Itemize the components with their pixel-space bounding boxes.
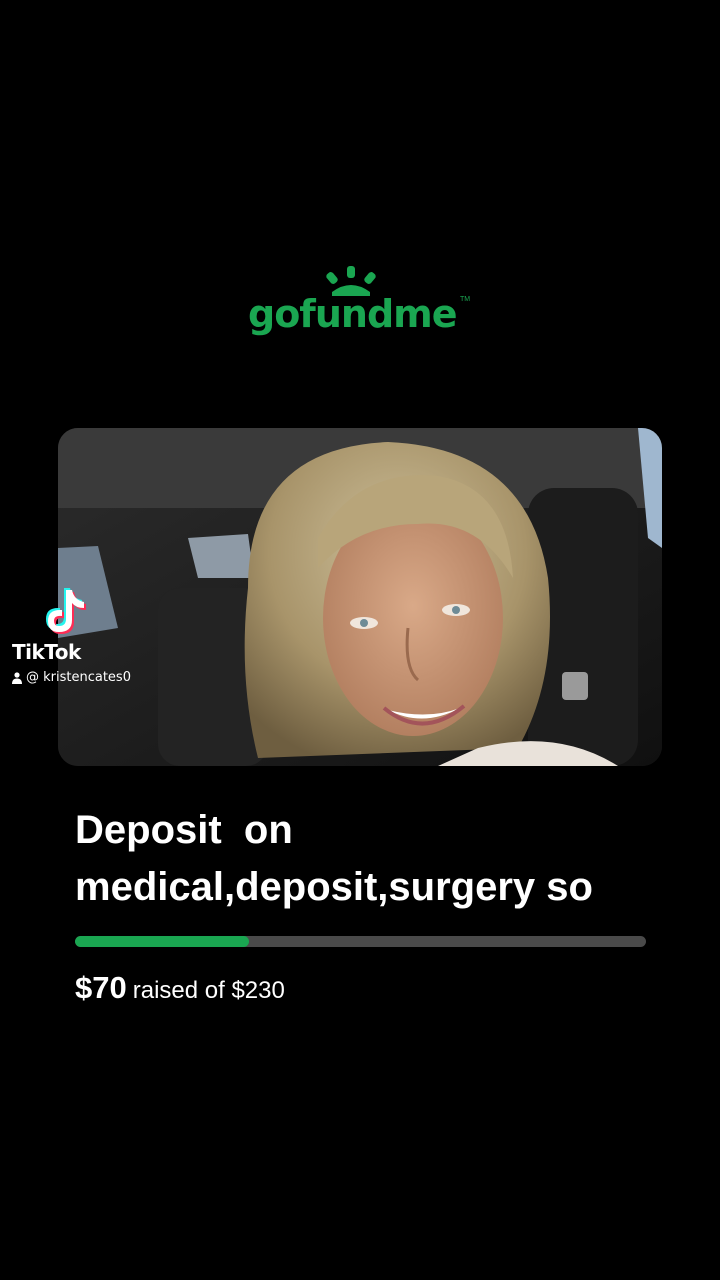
tiktok-watermark: TikTok @ kristencates0 bbox=[10, 584, 180, 694]
raised-summary: $70 raised of $230 bbox=[75, 970, 285, 1006]
fundraising-progress-bar bbox=[75, 936, 646, 947]
fundraising-progress-fill bbox=[75, 936, 249, 947]
trademark-symbol: TM bbox=[460, 296, 471, 303]
tiktok-user-row: @ kristencates0 bbox=[12, 670, 131, 685]
campaign-title: Deposit on medical,deposit,surgery so bbox=[75, 802, 675, 916]
raised-amount: $70 bbox=[75, 970, 127, 1005]
tiktok-note-icon bbox=[46, 588, 86, 634]
person-icon bbox=[12, 671, 22, 684]
gofundme-wordmark: gofundme bbox=[248, 292, 458, 336]
campaign-title-line-1: Deposit on bbox=[75, 808, 293, 852]
raised-goal-text: raised of $230 bbox=[132, 977, 285, 1004]
campaign-title-line-2: medical,deposit,surgery so bbox=[75, 865, 593, 909]
tiktok-username: @ kristencates0 bbox=[26, 670, 131, 685]
gofundme-logo: gofundme TM bbox=[240, 262, 480, 346]
tiktok-brand-label: TikTok bbox=[12, 640, 81, 664]
